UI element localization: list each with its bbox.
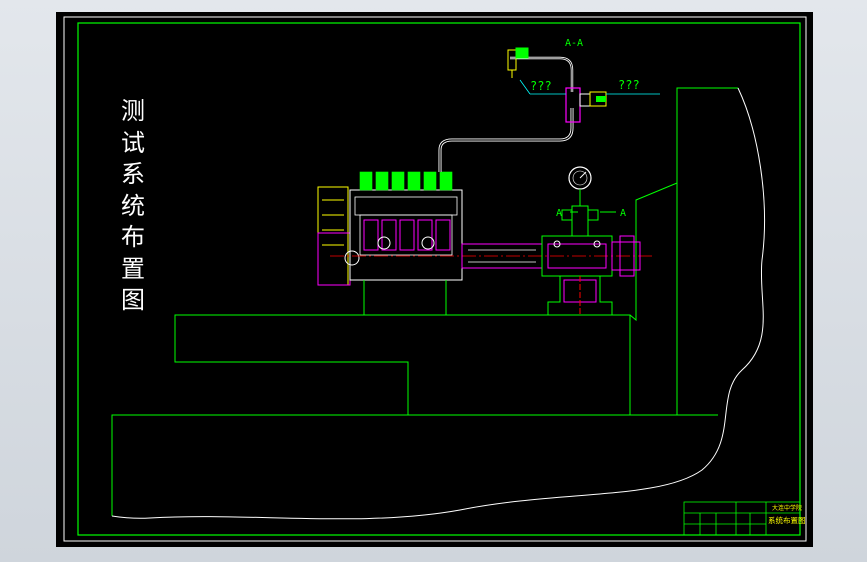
vertical-title-char: 置 — [121, 254, 145, 283]
section-label-a-a: A-A — [565, 38, 583, 49]
base-frame-lower-edge — [111, 414, 718, 516]
vertical-title-char: 统 — [121, 191, 145, 220]
pump-delivery-valves — [359, 171, 453, 191]
outer-border — [63, 16, 807, 542]
vertical-title-char: 测 — [121, 97, 145, 125]
inner-border — [77, 22, 801, 536]
callout-right: ??? — [606, 78, 660, 95]
vertical-title-char: 试 — [121, 128, 145, 157]
break-line — [111, 87, 766, 520]
pressure-gauge — [561, 166, 599, 237]
right-fixture-block — [629, 87, 738, 322]
vertical-title: 测 试 系 统 布 置 图 — [118, 96, 148, 317]
base-frame — [111, 87, 738, 516]
callout-right-label: ??? — [618, 78, 640, 92]
section-a-a-detail — [507, 47, 607, 123]
pump-governor-housing — [317, 186, 349, 286]
vertical-title-char: 系 — [121, 160, 145, 188]
pump-body — [349, 189, 463, 281]
callout-left: ??? — [519, 79, 566, 95]
injection-pump — [317, 171, 463, 315]
support-pedestal — [547, 276, 613, 316]
cad-viewport[interactable]: A A A-A ??? ??? 大连中学院 系统布置图 测 试 系 统 布 置 … — [0, 0, 867, 562]
section-label-right: A — [620, 208, 626, 219]
title-block-school: 大连中学院 — [772, 504, 802, 512]
base-frame-step — [174, 314, 631, 415]
section-label-left: A — [556, 208, 562, 219]
callout-left-label: ??? — [530, 79, 552, 93]
title-block-drawing-name: 系统布置图 — [768, 515, 806, 525]
vertical-title-char: 布 — [121, 223, 145, 251]
vertical-title-char: 图 — [121, 286, 145, 314]
